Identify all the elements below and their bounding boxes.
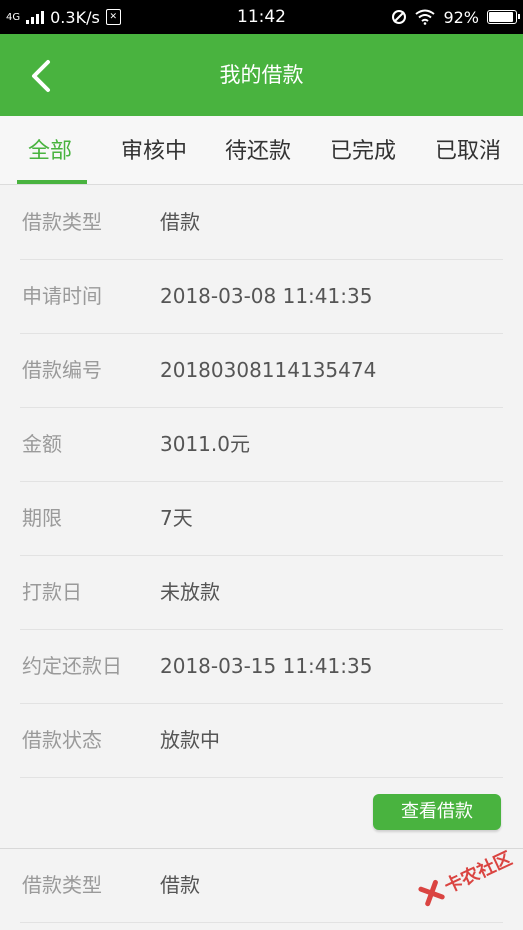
row-value: 借款 — [160, 873, 200, 897]
loan-row-status: 借款状态 放款中 — [20, 704, 503, 778]
battery-icon — [487, 10, 520, 24]
row-label: 期限 — [22, 506, 62, 530]
loan-row-number: 借款编号 20180308114135474 — [20, 334, 503, 408]
loan-row-due-date: 约定还款日 2018-03-15 11:41:35 — [20, 630, 503, 704]
mute-icon — [392, 10, 407, 24]
row-value: 3011.0元 — [160, 432, 250, 456]
loan-row-term: 期限 7天 — [20, 482, 503, 556]
loan-row-payout-date: 打款日 未放款 — [20, 556, 503, 630]
tab-all[interactable]: 全部 — [28, 116, 72, 184]
tab-completed[interactable]: 已完成 — [330, 116, 396, 184]
row-value: 7天 — [160, 506, 193, 530]
battery-percent: 92% — [443, 7, 479, 27]
filter-tabs: 全部 审核中 待还款 已完成 已取消 — [0, 116, 523, 185]
row-value: 2018-03-08 11:41:35 — [160, 284, 373, 308]
row-label: 借款编号 — [22, 358, 102, 382]
wifi-icon — [415, 9, 436, 25]
status-right: 92% — [391, 0, 520, 34]
status-bar: 4G 0.3K/s ✕ 11:42 92% — [0, 0, 523, 34]
tab-cancelled[interactable]: 已取消 — [435, 116, 501, 184]
row-label: 借款类型 — [22, 873, 102, 897]
row-value: 放款中 — [160, 728, 220, 752]
active-tab-indicator — [17, 180, 87, 184]
row-label: 金额 — [22, 432, 62, 456]
row-value: 20180308114135474 — [160, 358, 377, 382]
loan-row-type: 借款类型 借款 — [20, 186, 503, 260]
page-title: 我的借款 — [219, 63, 304, 87]
tab-reviewing[interactable]: 审核中 — [121, 116, 187, 184]
view-loan-button[interactable]: 查看借款 — [373, 794, 501, 830]
loan-row-amount: 金额 3011.0元 — [20, 408, 503, 482]
tab-pending-repayment[interactable]: 待还款 — [225, 116, 291, 184]
row-label: 申请时间 — [22, 284, 102, 308]
row-label: 约定还款日 — [22, 654, 122, 678]
row-label: 借款类型 — [22, 210, 102, 234]
row-label: 打款日 — [22, 580, 82, 604]
row-value: 未放款 — [160, 580, 220, 604]
loan-card-footer: 查看借款 — [0, 774, 523, 849]
row-value: 2018-03-15 11:41:35 — [160, 654, 373, 678]
loan-row-apply-time: 申请时间 2018-03-08 11:41:35 — [20, 260, 503, 334]
row-label: 借款状态 — [22, 728, 102, 752]
app-bar: 我的借款 — [0, 34, 523, 116]
row-value: 借款 — [160, 210, 200, 234]
